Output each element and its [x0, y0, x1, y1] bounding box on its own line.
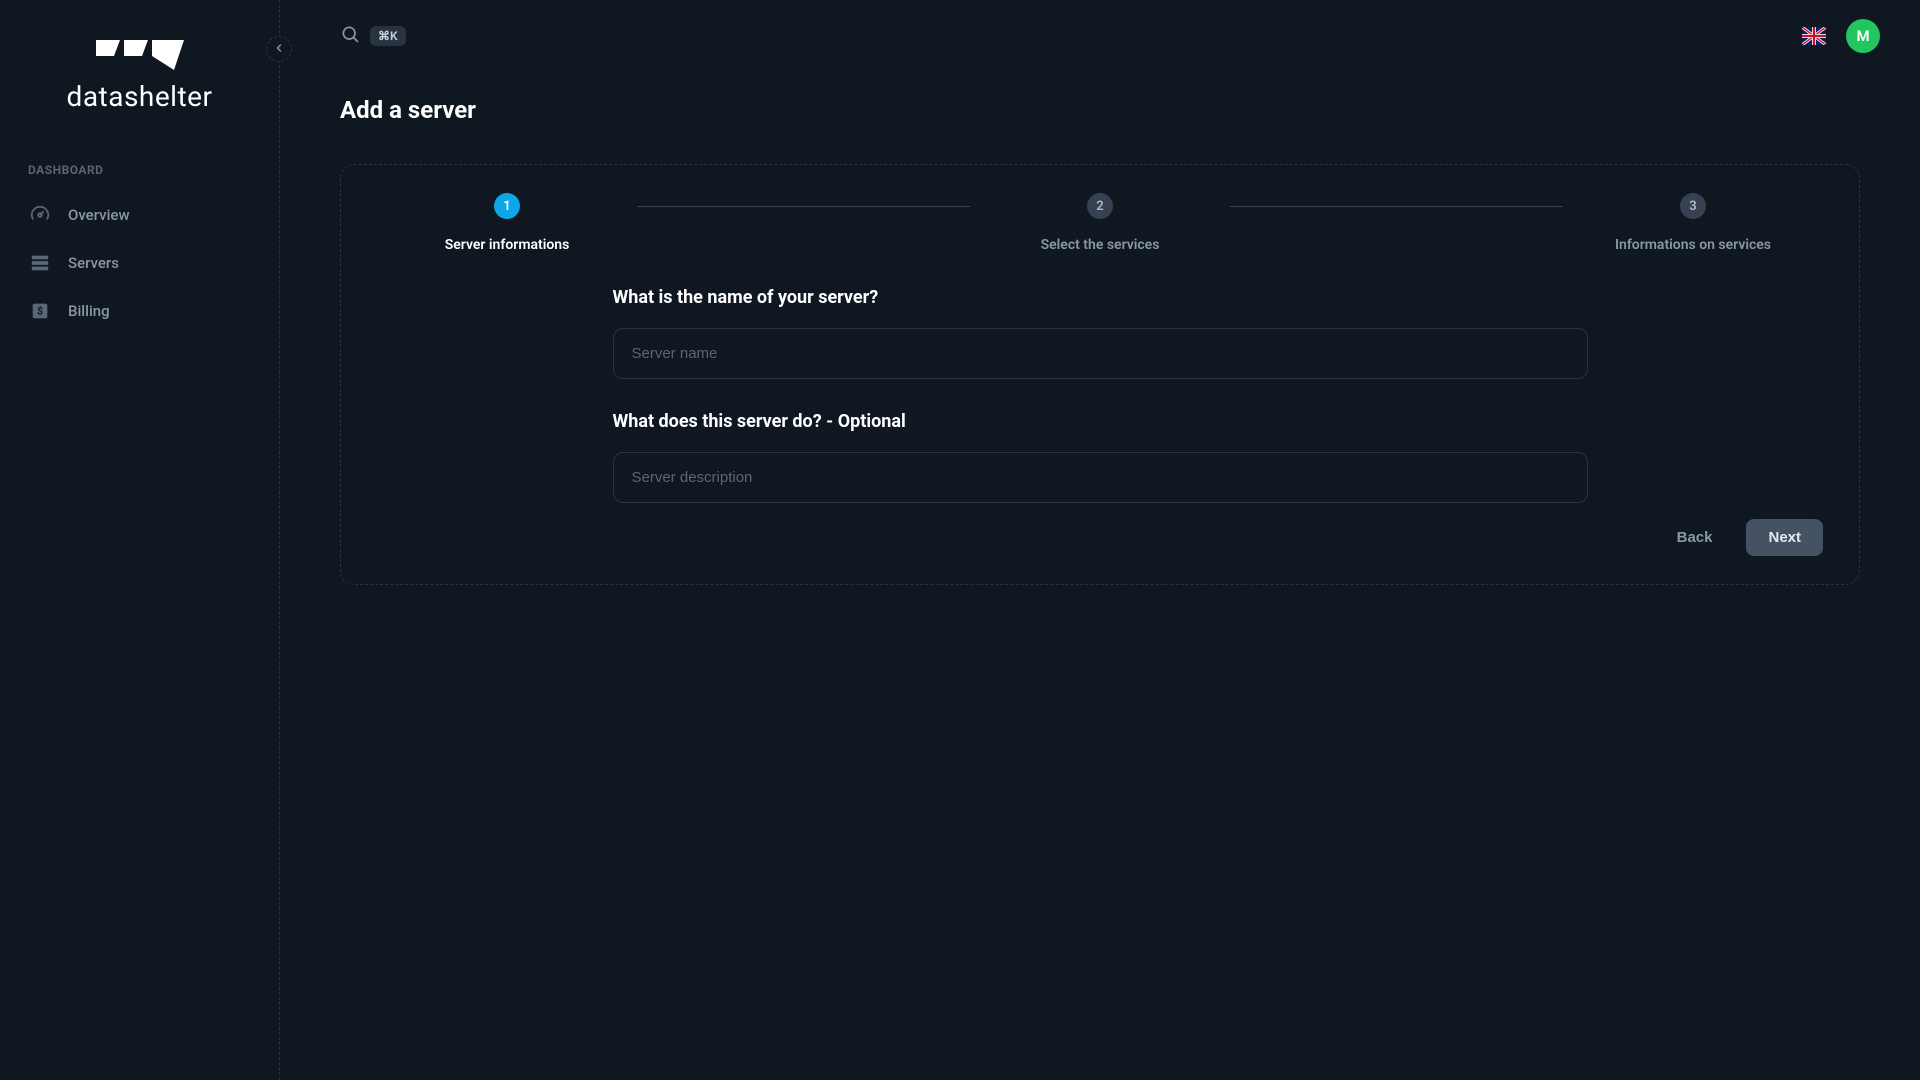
step-1[interactable]: 1 Server informations	[377, 193, 637, 253]
sidebar-item-overview[interactable]: Overview	[0, 191, 279, 239]
search-icon	[340, 24, 360, 48]
sidebar-item-servers[interactable]: Servers	[0, 239, 279, 287]
step-number: 3	[1680, 193, 1706, 219]
step-label: Server informations	[445, 237, 570, 253]
svg-text:$: $	[37, 305, 43, 318]
search-trigger[interactable]: ⌘K	[340, 24, 406, 48]
wizard-actions: Back Next	[377, 519, 1823, 556]
server-desc-input[interactable]	[613, 452, 1588, 503]
avatar[interactable]: M	[1846, 19, 1880, 53]
topbar: ⌘K M	[280, 0, 1920, 72]
gauge-icon	[28, 203, 52, 227]
content: Add a server 1 Server informations 2 Sel…	[280, 72, 1920, 585]
brand-logo[interactable]: datashelter	[0, 40, 279, 113]
step-2[interactable]: 2 Select the services	[970, 193, 1230, 253]
avatar-initial: M	[1856, 27, 1869, 45]
search-shortcut: ⌘K	[370, 26, 406, 46]
back-button[interactable]: Back	[1663, 519, 1727, 556]
next-button[interactable]: Next	[1746, 519, 1823, 556]
sidebar-item-label: Billing	[68, 302, 110, 320]
page-title: Add a server	[340, 96, 1860, 124]
server-name-input[interactable]	[613, 328, 1588, 379]
sidebar: datashelter DASHBOARD Overview Servers $…	[0, 0, 280, 1080]
sidebar-item-label: Servers	[68, 254, 119, 272]
server-icon	[28, 251, 52, 275]
sidebar-item-billing[interactable]: $ Billing	[0, 287, 279, 335]
step-connector	[1230, 206, 1563, 207]
step-number: 1	[494, 193, 520, 219]
sidebar-section-label: DASHBOARD	[0, 163, 279, 177]
uk-flag-icon	[1802, 27, 1826, 45]
stepper: 1 Server informations 2 Select the servi…	[377, 193, 1823, 253]
main-area: ⌘K M Add a server	[280, 0, 1920, 1080]
step-label: Informations on services	[1615, 237, 1771, 253]
brand-name: datashelter	[67, 80, 213, 113]
server-name-heading: What is the name of your server?	[613, 287, 1588, 308]
step-connector	[637, 206, 970, 207]
billing-icon: $	[28, 299, 52, 323]
chevron-left-icon	[273, 42, 285, 57]
sidebar-item-label: Overview	[68, 206, 130, 224]
step-number: 2	[1087, 193, 1113, 219]
wizard-card: 1 Server informations 2 Select the servi…	[340, 164, 1860, 585]
form: What is the name of your server? What do…	[613, 287, 1588, 503]
brand-logo-icon	[96, 40, 184, 70]
language-switch[interactable]	[1802, 27, 1826, 45]
server-desc-heading: What does this server do? - Optional	[613, 411, 1588, 432]
step-3[interactable]: 3 Informations on services	[1563, 193, 1823, 253]
step-label: Select the services	[1041, 237, 1160, 253]
sidebar-collapse-button[interactable]	[266, 36, 292, 62]
